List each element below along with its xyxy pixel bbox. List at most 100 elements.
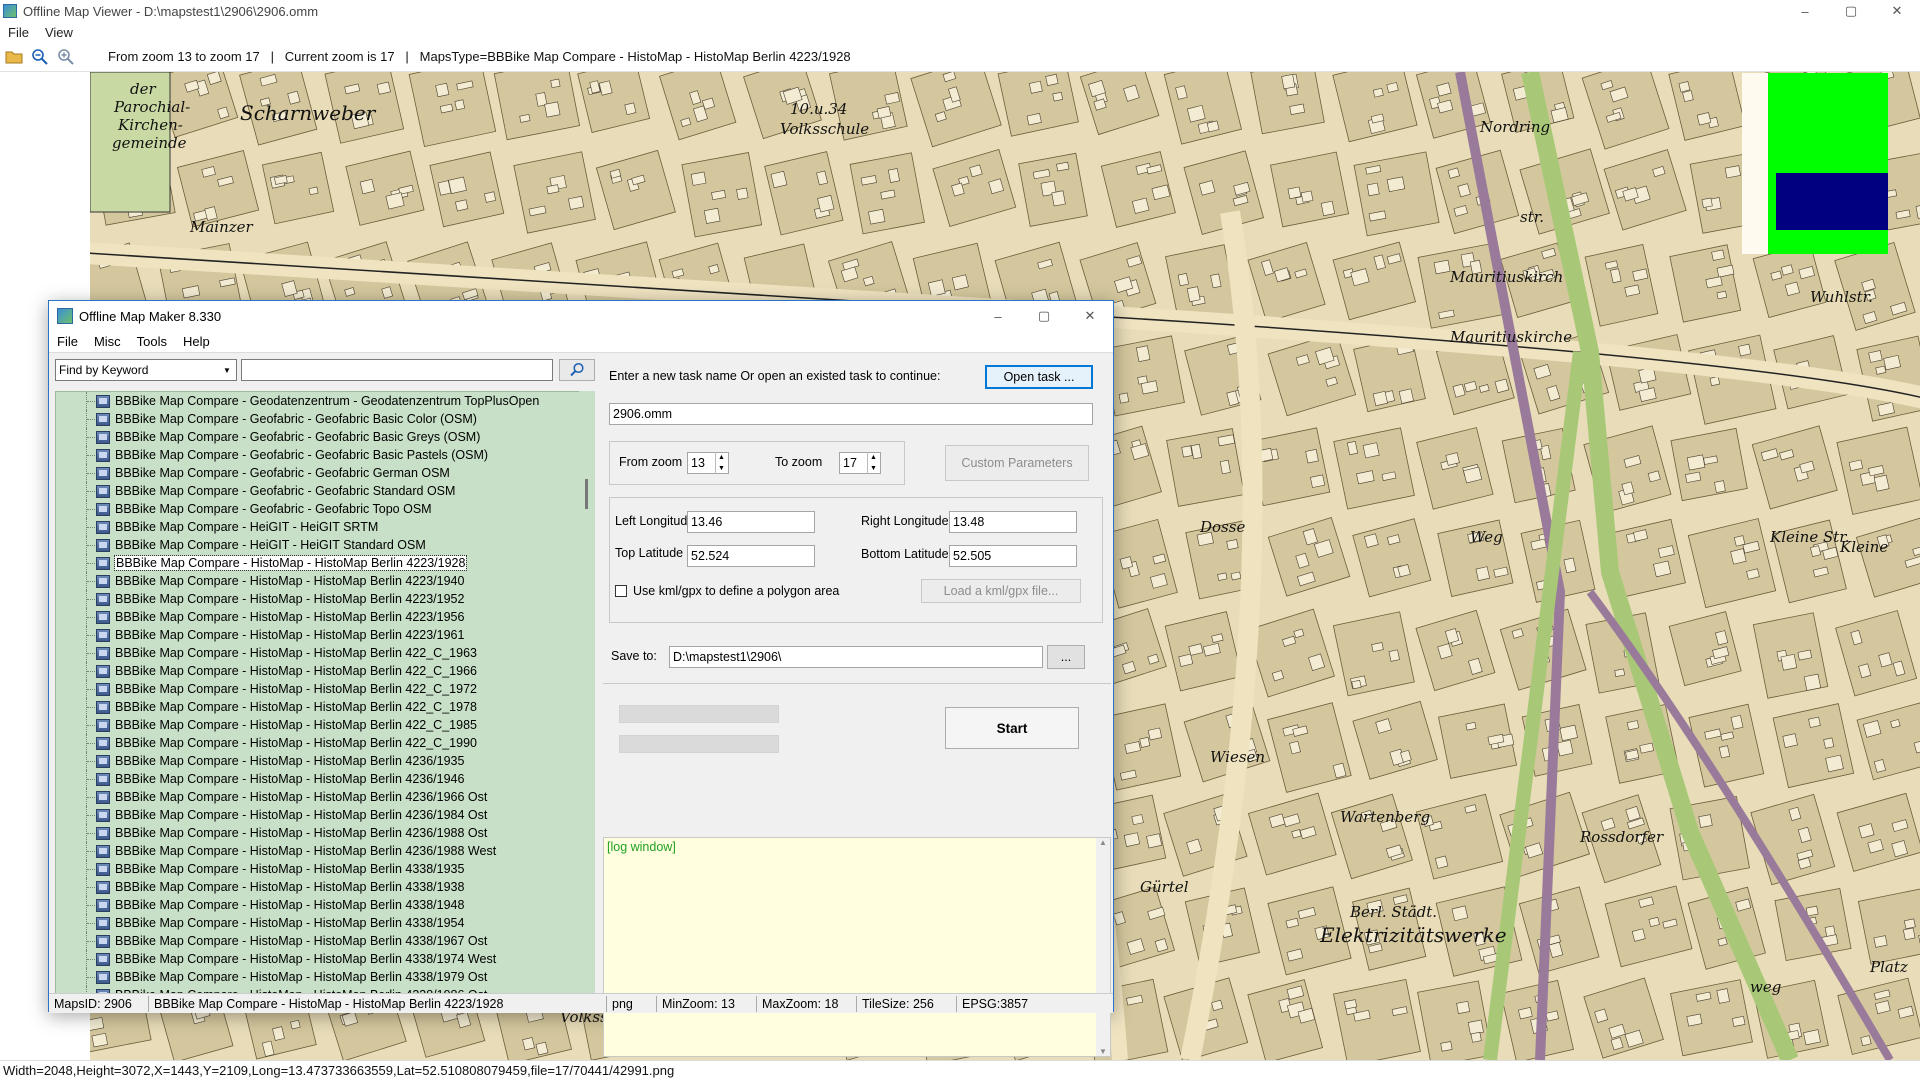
map-building <box>1903 918 1916 930</box>
map-building <box>1135 345 1151 362</box>
zoom-in-icon[interactable] <box>54 45 78 69</box>
tree-item[interactable]: BBBike Map Compare - HistoMap - HistoMap… <box>56 896 594 914</box>
tree-connector <box>86 680 96 698</box>
tree-item[interactable]: BBBike Map Compare - HistoMap - HistoMap… <box>56 770 594 788</box>
zoom-out-icon[interactable] <box>28 45 52 69</box>
tree-item[interactable]: BBBike Map Compare - HistoMap - HistoMap… <box>56 968 594 986</box>
dialog-menu-help[interactable]: Help <box>175 334 218 349</box>
right-longitude-label: Right Longitude <box>861 514 949 528</box>
tree-item[interactable]: BBBike Map Compare - HistoMap - HistoMap… <box>56 590 594 608</box>
map-block <box>1332 978 1421 1060</box>
tree-item[interactable]: BBBike Map Compare - Geofabric - Geofabr… <box>56 482 594 500</box>
tree-item[interactable]: BBBike Map Compare - HistoMap - HistoMap… <box>56 878 594 896</box>
tree-item-label: BBBike Map Compare - HistoMap - HistoMap… <box>115 916 465 930</box>
minimap[interactable] <box>1768 73 1888 254</box>
tree-item[interactable]: BBBike Map Compare - HistoMap - HistoMap… <box>56 626 594 644</box>
search-mode-select[interactable]: Find by Keyword ▼ <box>55 359 237 381</box>
open-folder-icon[interactable] <box>2 45 26 69</box>
tree-item[interactable]: BBBike Map Compare - HistoMap - HistoMap… <box>56 608 594 626</box>
tree-item[interactable]: BBBike Map Compare - HistoMap - HistoMap… <box>56 842 594 860</box>
maps-tree[interactable]: BBBike Map Compare - Geodatenzentrum - G… <box>55 391 595 995</box>
search-button[interactable] <box>559 359 595 381</box>
tree-item-label: BBBike Map Compare - HistoMap - HistoMap… <box>115 772 465 786</box>
tree-item[interactable]: BBBike Map Compare - Geofabric - Geofabr… <box>56 410 594 428</box>
map-label: Mauritiuskirch <box>1449 268 1563 286</box>
dialog-menu-file[interactable]: File <box>49 334 86 349</box>
kml-checkbox[interactable] <box>615 585 627 597</box>
tree-item[interactable]: BBBike Map Compare - HistoMap - HistoMap… <box>56 752 594 770</box>
menu-file[interactable]: File <box>0 25 37 40</box>
tree-item-label: BBBike Map Compare - Geofabric - Geofabr… <box>115 412 477 426</box>
minimap-viewport[interactable] <box>1776 173 1888 230</box>
tree-item[interactable]: BBBike Map Compare - Geofabric - Geofabr… <box>56 464 594 482</box>
tree-item[interactable]: BBBike Map Compare - HistoMap - HistoMap… <box>56 572 594 590</box>
map-building <box>927 279 946 297</box>
map-building <box>1782 733 1798 748</box>
map-building <box>1372 390 1388 407</box>
maximize-button[interactable]: ▢ <box>1828 0 1874 22</box>
task-name-input[interactable]: 2906.omm <box>609 403 1093 425</box>
map-label: Kleine Str. <box>1769 528 1850 546</box>
dialog-minimize-button[interactable]: – <box>975 301 1021 331</box>
tree-item[interactable]: BBBike Map Compare - HistoMap - HistoMap… <box>56 860 594 878</box>
tree-item[interactable]: BBBike Map Compare - HistoMap - HistoMap… <box>56 824 594 842</box>
tree-scrollbar[interactable] <box>579 391 595 995</box>
tree-item[interactable]: BBBike Map Compare - HistoMap - HistoMap… <box>56 932 594 950</box>
tree-item[interactable]: BBBike Map Compare - HistoMap - HistoMap… <box>56 698 594 716</box>
bottom-latitude-input[interactable]: 52.505 <box>949 545 1077 567</box>
status-tilesize: TileSize: 256 <box>857 995 957 1012</box>
tree-item[interactable]: BBBike Map Compare - HeiGIT - HeiGIT SRT… <box>56 518 594 536</box>
start-button[interactable]: Start <box>945 707 1079 749</box>
tree-item[interactable]: BBBike Map Compare - HeiGIT - HeiGIT Sta… <box>56 536 594 554</box>
tree-item-label: BBBike Map Compare - Geofabric - Geofabr… <box>115 502 432 516</box>
tree-item[interactable]: BBBike Map Compare - HistoMap - HistoMap… <box>56 788 594 806</box>
menu-view[interactable]: View <box>37 25 81 40</box>
map-layer-icon <box>96 952 110 966</box>
tree-item[interactable]: BBBike Map Compare - HistoMap - HistoMap… <box>56 914 594 932</box>
search-mode-value: Find by Keyword <box>59 363 149 377</box>
to-zoom-spinner[interactable]: ▲ ▼ <box>867 452 879 474</box>
load-kml-button[interactable]: Load a kml/gpx file... <box>921 579 1081 603</box>
log-window[interactable]: [log window] ▲ ▼ <box>603 837 1111 1057</box>
close-button[interactable]: ✕ <box>1874 0 1920 22</box>
log-scrollbar[interactable]: ▲ ▼ <box>1096 838 1110 1056</box>
top-latitude-input[interactable]: 52.524 <box>687 545 815 567</box>
tree-item[interactable]: BBBike Map Compare - Geofabric - Geofabr… <box>56 446 594 464</box>
map-building <box>1433 259 1451 275</box>
map-building <box>1686 454 1706 471</box>
tree-item[interactable]: BBBike Map Compare - HistoMap - HistoMap… <box>56 716 594 734</box>
dialog-maximize-button[interactable]: ▢ <box>1021 301 1067 331</box>
open-task-button[interactable]: Open task ... <box>985 365 1093 389</box>
tree-item[interactable]: BBBike Map Compare - HistoMap - HistoMap… <box>56 734 594 752</box>
save-to-input[interactable]: D:\mapstest1\2906\ <box>669 646 1043 668</box>
scroll-up-icon[interactable]: ▲ <box>1099 838 1107 847</box>
tree-item-label: BBBike Map Compare - HistoMap - HistoMap… <box>115 844 497 858</box>
dialog-menu-tools[interactable]: Tools <box>129 334 175 349</box>
map-label: Parochial- <box>113 98 190 116</box>
tree-item[interactable]: BBBike Map Compare - HistoMap - HistoMap… <box>56 680 594 698</box>
tree-item[interactable]: BBBike Map Compare - HistoMap - HistoMap… <box>56 644 594 662</box>
tree-item[interactable]: BBBike Map Compare - HistoMap - HistoMap… <box>56 950 594 968</box>
scroll-down-icon[interactable]: ▼ <box>1099 1047 1107 1056</box>
tree-item[interactable]: BBBike Map Compare - HistoMap - HistoMap… <box>56 662 594 680</box>
minimize-button[interactable]: – <box>1782 0 1828 22</box>
right-longitude-input[interactable]: 13.48 <box>949 511 1077 533</box>
dialog-close-button[interactable]: ✕ <box>1067 301 1113 331</box>
tree-item[interactable]: BBBike Map Compare - Geodatenzentrum - G… <box>56 392 594 410</box>
custom-parameters-button[interactable]: Custom Parameters <box>945 445 1089 481</box>
map-building <box>690 171 707 186</box>
chevron-down-icon[interactable]: ▼ <box>220 363 234 377</box>
map-building <box>1456 1000 1471 1014</box>
map-building <box>290 1019 301 1030</box>
search-input[interactable] <box>241 359 553 381</box>
tree-item[interactable]: BBBike Map Compare - Geofabric - Geofabr… <box>56 500 594 518</box>
left-longitude-input[interactable]: 13.46 <box>687 511 815 533</box>
tree-scrollbar-thumb[interactable] <box>585 479 588 509</box>
map-block <box>849 152 925 235</box>
browse-button[interactable]: ... <box>1047 645 1085 669</box>
tree-item[interactable]: BBBike Map Compare - Geofabric - Geofabr… <box>56 428 594 446</box>
from-zoom-spinner[interactable]: ▲ ▼ <box>715 452 727 474</box>
dialog-menu-misc[interactable]: Misc <box>86 334 129 349</box>
tree-item[interactable]: BBBike Map Compare - HistoMap - HistoMap… <box>56 554 594 572</box>
tree-item[interactable]: BBBike Map Compare - HistoMap - HistoMap… <box>56 806 594 824</box>
